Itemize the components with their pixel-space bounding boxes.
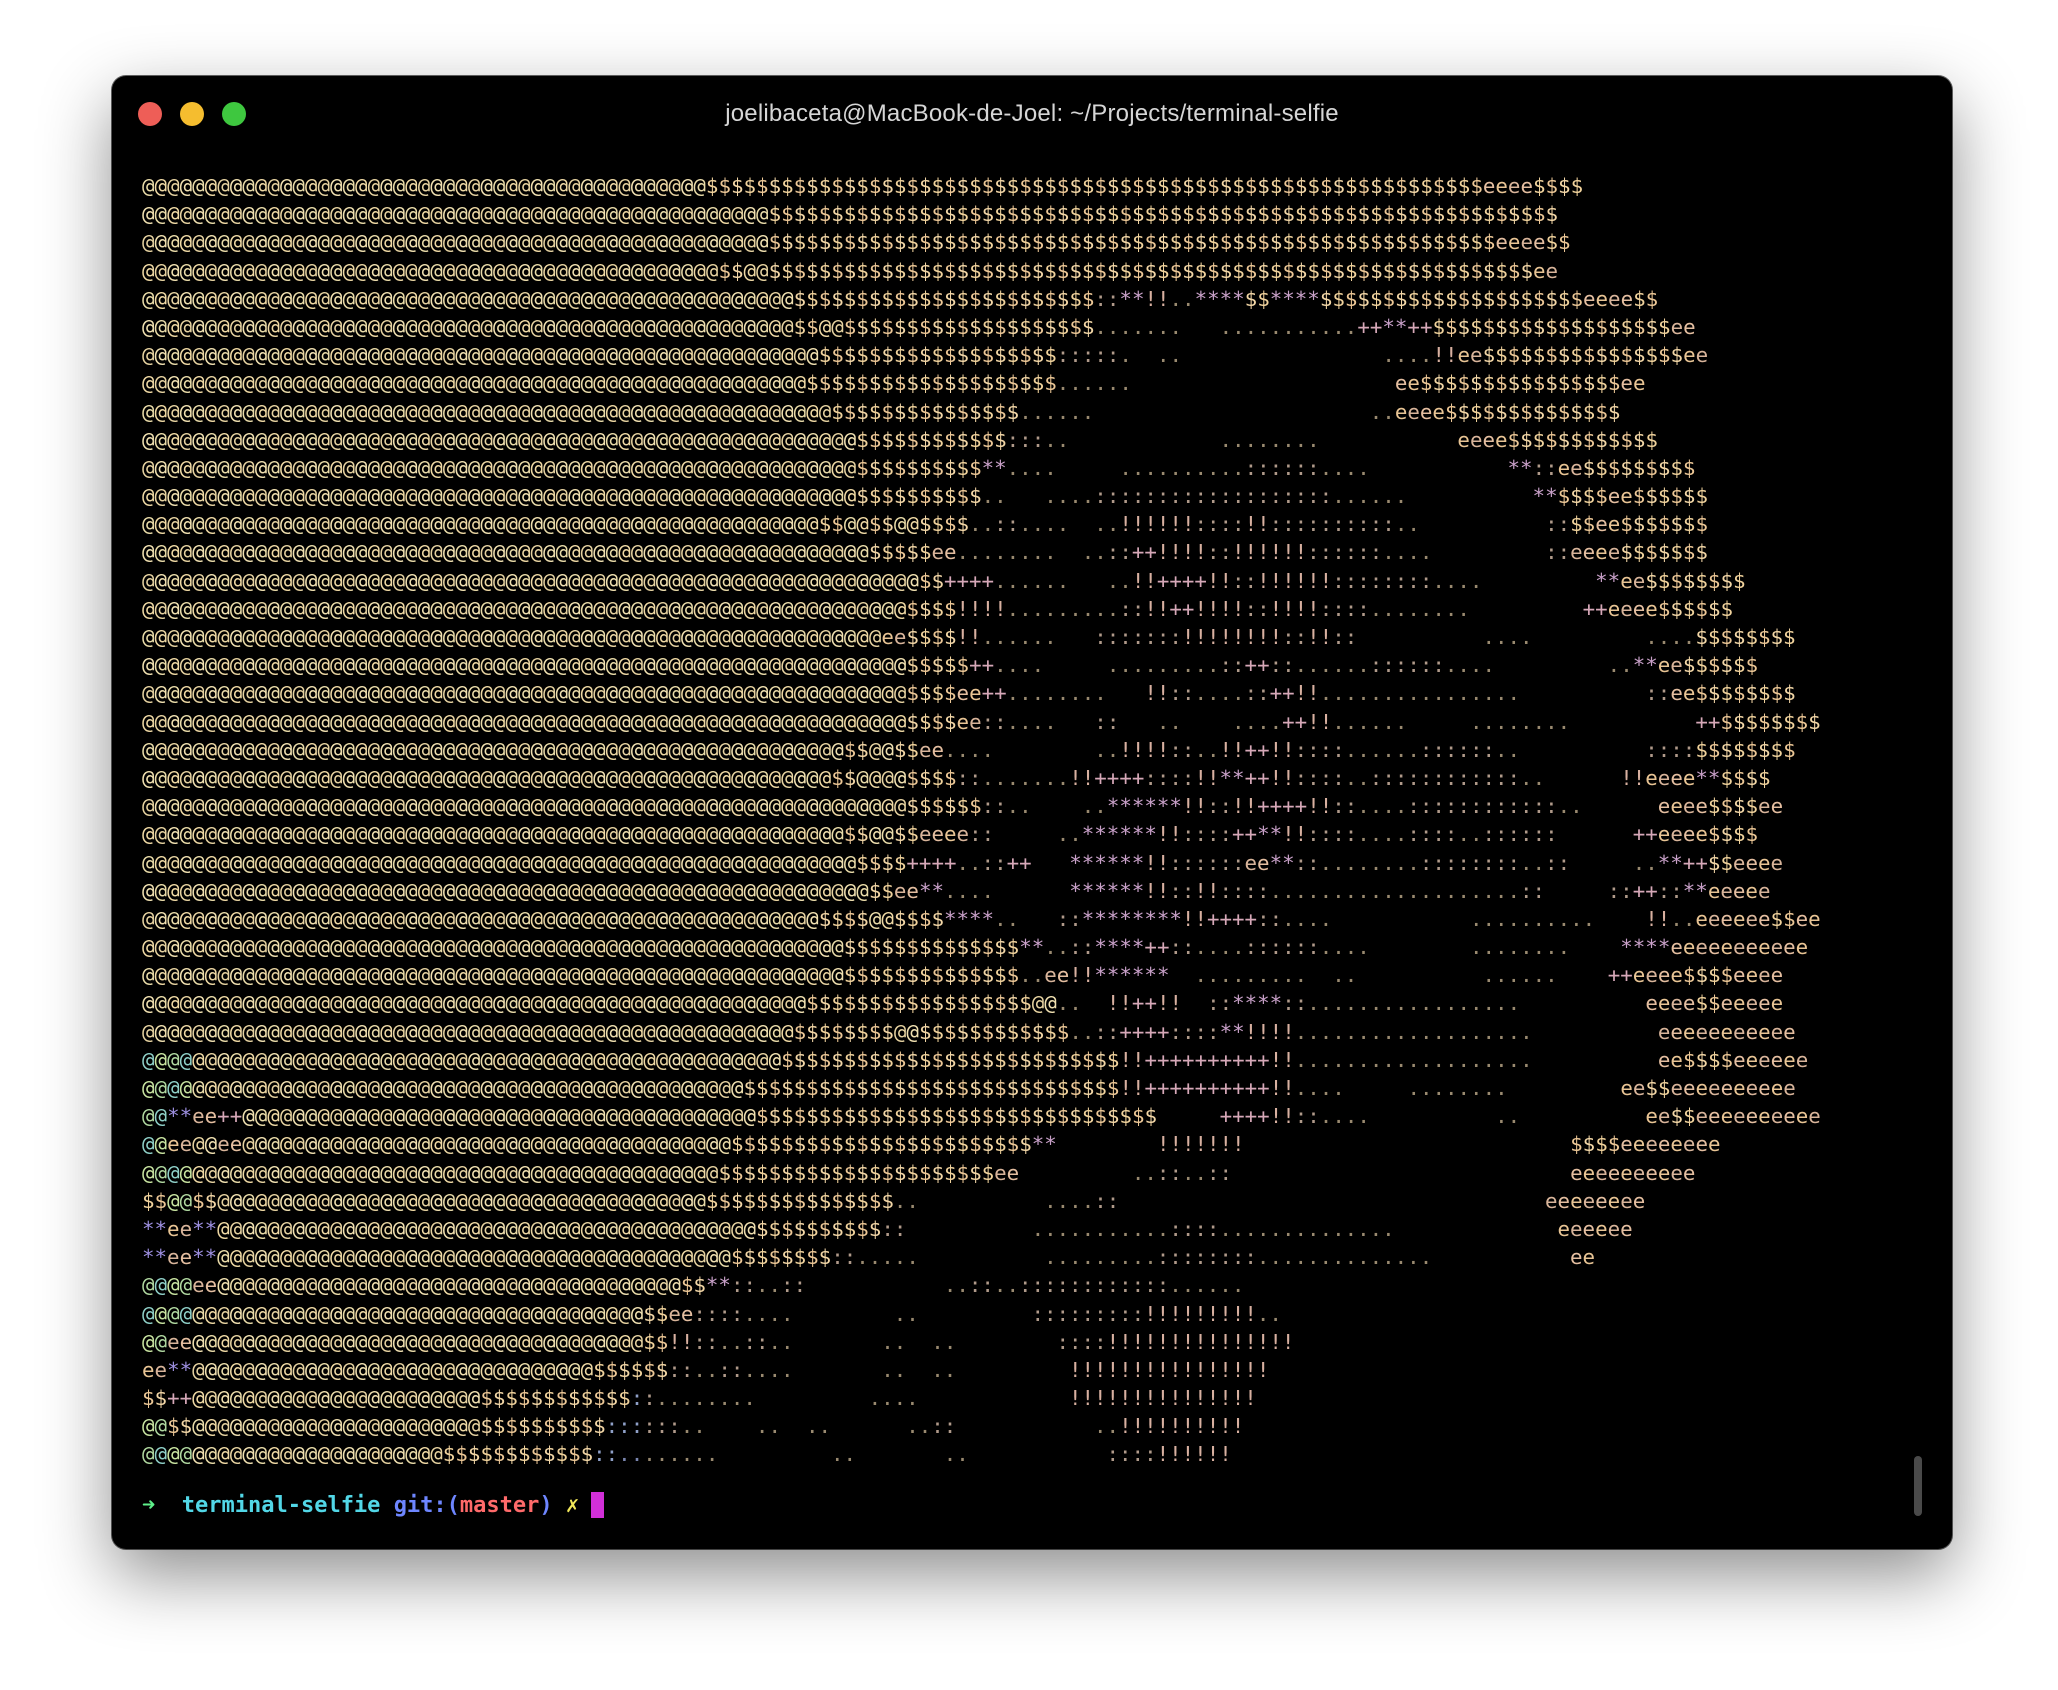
scrollbar[interactable] — [1914, 1456, 1922, 1516]
ascii-art-line: @@ee@@@@@@@@@@@@@@@@@@@@@@@@@@@@@@@@@@@@… — [142, 1329, 1295, 1354]
window-controls — [138, 102, 246, 126]
ascii-art-line: @@@@@@@@@@@@@@@@@@@@@@@@@@@@@@@@@@@@@@@@… — [142, 568, 1746, 593]
ascii-art-line: @@@@@@@@@@@@@@@@@@@@@@@@@@@@@@@@@@@@@@@@… — [142, 230, 1571, 255]
ascii-art-line: @@@@@@@@@@@@@@@@@@@@@@@@@@@@@@@@@@@@@@@@… — [142, 596, 1733, 621]
ascii-art-line: @@@@@@@@@@@@@@@@@@@@@@@@@@@@@@@@@@@@@@@@… — [142, 991, 1784, 1016]
ascii-art-line: @@@@@@@@@@@@@@@@@@@@@@@@@@@@@@@@@@@@@@@@… — [142, 455, 1696, 480]
ascii-art-line: $$++@@@@@@@@@@@@@@@@@@@@@@@$$$$$$$$$$$$:… — [142, 1386, 1257, 1411]
ascii-art-line: @@@@@@@@@@@@@@@@@@@@@@@@@@@@@@@@@@@@@@@@… — [142, 822, 1759, 847]
prompt-git-close: ) — [539, 1492, 553, 1518]
ascii-art-line: @@@@@@@@@@@@@@@@@@@@@@@@@@@@@@@@@@@@@@@@… — [142, 1160, 1696, 1185]
ascii-art-line: @@**ee++@@@@@@@@@@@@@@@@@@@@@@@@@@@@@@@@… — [142, 1104, 1821, 1129]
ascii-art-line: @@@@@@@@@@@@@@@@@@@@@@@@@@@@@@@@@@@@@@@@… — [142, 935, 1809, 960]
ascii-art-line: **ee**@@@@@@@@@@@@@@@@@@@@@@@@@@@@@@@@@@… — [142, 1245, 1596, 1270]
prompt-arrow-icon: ➜ — [142, 1492, 156, 1518]
ascii-art-line: @@@@ee@@@@@@@@@@@@@@@@@@@@@@@@@@@@@@@@@@… — [142, 1273, 1245, 1298]
text-cursor — [591, 1492, 605, 1518]
ascii-art-line: @@@@@@@@@@@@@@@@@@@@@@@@@@@@@@@@@@@@@@@@… — [142, 625, 1796, 649]
zoom-button[interactable] — [222, 102, 246, 126]
shell-prompt[interactable]: ➜ terminal-selfie git:( master ) ✗ — [142, 1492, 605, 1518]
ascii-art-line: @@@@@@@@@@@@@@@@@@@@@@@@@@@@@@@@@@@@@@@@… — [142, 512, 1708, 537]
terminal-window: joelibaceta@MacBook-de-Joel: ~/Projects/… — [112, 76, 1952, 1549]
ascii-art-line: **ee**@@@@@@@@@@@@@@@@@@@@@@@@@@@@@@@@@@… — [142, 1216, 1633, 1241]
ascii-art-line: @@@@@@@@@@@@@@@@@@@@@@@@@@@@@@@@@@@@@@@@… — [142, 850, 1784, 875]
ascii-art-line: @@@@@@@@@@@@@@@@@@@@@@@@@@@@@@@@@@@@@@@@… — [142, 1301, 1282, 1326]
ascii-art-line: @@@@@@@@@@@@@@@@@@@@@@@@@@@@@@@@@@@@@@@@… — [142, 906, 1821, 931]
prompt-dirty-marker: ✗ — [565, 1492, 580, 1518]
ascii-art-output[interactable]: @@@@@@@@@@@@@@@@@@@@@@@@@@@@@@@@@@@@@@@@… — [142, 172, 1821, 1469]
ascii-art-line: @@@@@@@@@@@@@@@@@@@@@@@@@@@@@@@@@@@@@@@@… — [142, 174, 1584, 198]
ascii-art-line: @@@@@@@@@@@@@@@@@@@@@@@@@@@@@@@@@@@@@@@@… — [142, 427, 1658, 452]
ascii-art-line: @@$$@@@@@@@@@@@@@@@@@@@@@@@$$$$$$$$$$:::… — [142, 1414, 1245, 1439]
ascii-art-line: @@ee@@ee@@@@@@@@@@@@@@@@@@@@@@@@@@@@@@@@… — [142, 1132, 1721, 1157]
ascii-art-line: @@@@@@@@@@@@@@@@@@@@@@@@@@@@@@@@@@@@@@@@… — [142, 540, 1708, 565]
ascii-art-line: @@@@@@@@@@@@@@@@@@@@@@@@@@@@@@@@@@@@@@@@… — [142, 1019, 1796, 1044]
ascii-art-line: ee**@@@@@@@@@@@@@@@@@@@@@@@@@@@@@@@@$$$$… — [142, 1357, 1270, 1382]
ascii-art-line: @@@@@@@@@@@@@@@@@@@@@@@@@@@@@@@@@@@@@@@@… — [142, 737, 1796, 762]
ascii-art-line: @@@@@@@@@@@@@@@@@@@@@@@@@@@@@@@@@@@@@@@@… — [142, 878, 1771, 903]
ascii-art-line: @@@@@@@@@@@@@@@@@@@@@@@@$$$$$$$$$$$$::..… — [142, 1442, 1232, 1467]
ascii-art-line: @@@@@@@@@@@@@@@@@@@@@@@@@@@@@@@@@@@@@@@@… — [142, 794, 1784, 819]
window-title: joelibaceta@MacBook-de-Joel: ~/Projects/… — [725, 100, 1339, 127]
ascii-art-line: @@@@@@@@@@@@@@@@@@@@@@@@@@@@@@@@@@@@@@@@… — [142, 258, 1559, 283]
ascii-art-line: @@@@@@@@@@@@@@@@@@@@@@@@@@@@@@@@@@@@@@@@… — [142, 484, 1708, 509]
ascii-art-line: @@@@@@@@@@@@@@@@@@@@@@@@@@@@@@@@@@@@@@@@… — [142, 653, 1759, 678]
prompt-git-label: git:( — [393, 1492, 460, 1518]
ascii-art-line: @@@@@@@@@@@@@@@@@@@@@@@@@@@@@@@@@@@@@@@@… — [142, 286, 1659, 311]
ascii-art-line: $$@@$$@@@@@@@@@@@@@@@@@@@@@@@@@@@@@@@@@@… — [142, 1188, 1646, 1213]
ascii-art-line: @@@@@@@@@@@@@@@@@@@@@@@@@@@@@@@@@@@@@@@@… — [142, 1076, 1796, 1100]
ascii-art-line: @@@@@@@@@@@@@@@@@@@@@@@@@@@@@@@@@@@@@@@@… — [142, 343, 1709, 368]
title-bar[interactable]: joelibaceta@MacBook-de-Joel: ~/Projects/… — [112, 76, 1952, 152]
close-button[interactable] — [138, 102, 162, 126]
ascii-art-line: @@@@@@@@@@@@@@@@@@@@@@@@@@@@@@@@@@@@@@@@… — [142, 202, 1559, 227]
minimize-button[interactable] — [180, 102, 204, 126]
ascii-art-line: @@@@@@@@@@@@@@@@@@@@@@@@@@@@@@@@@@@@@@@@… — [142, 399, 1621, 424]
ascii-art-line: @@@@@@@@@@@@@@@@@@@@@@@@@@@@@@@@@@@@@@@@… — [142, 1047, 1809, 1072]
prompt-directory: terminal-selfie — [181, 1492, 381, 1518]
ascii-art-line: @@@@@@@@@@@@@@@@@@@@@@@@@@@@@@@@@@@@@@@@… — [142, 371, 1646, 396]
ascii-art-line: @@@@@@@@@@@@@@@@@@@@@@@@@@@@@@@@@@@@@@@@… — [142, 709, 1821, 734]
ascii-art-line: @@@@@@@@@@@@@@@@@@@@@@@@@@@@@@@@@@@@@@@@… — [142, 681, 1796, 706]
ascii-art-line: @@@@@@@@@@@@@@@@@@@@@@@@@@@@@@@@@@@@@@@@… — [142, 765, 1771, 790]
ascii-art-line: @@@@@@@@@@@@@@@@@@@@@@@@@@@@@@@@@@@@@@@@… — [142, 963, 1784, 988]
ascii-art-line: @@@@@@@@@@@@@@@@@@@@@@@@@@@@@@@@@@@@@@@@… — [142, 314, 1696, 339]
prompt-branch: master — [459, 1492, 540, 1518]
